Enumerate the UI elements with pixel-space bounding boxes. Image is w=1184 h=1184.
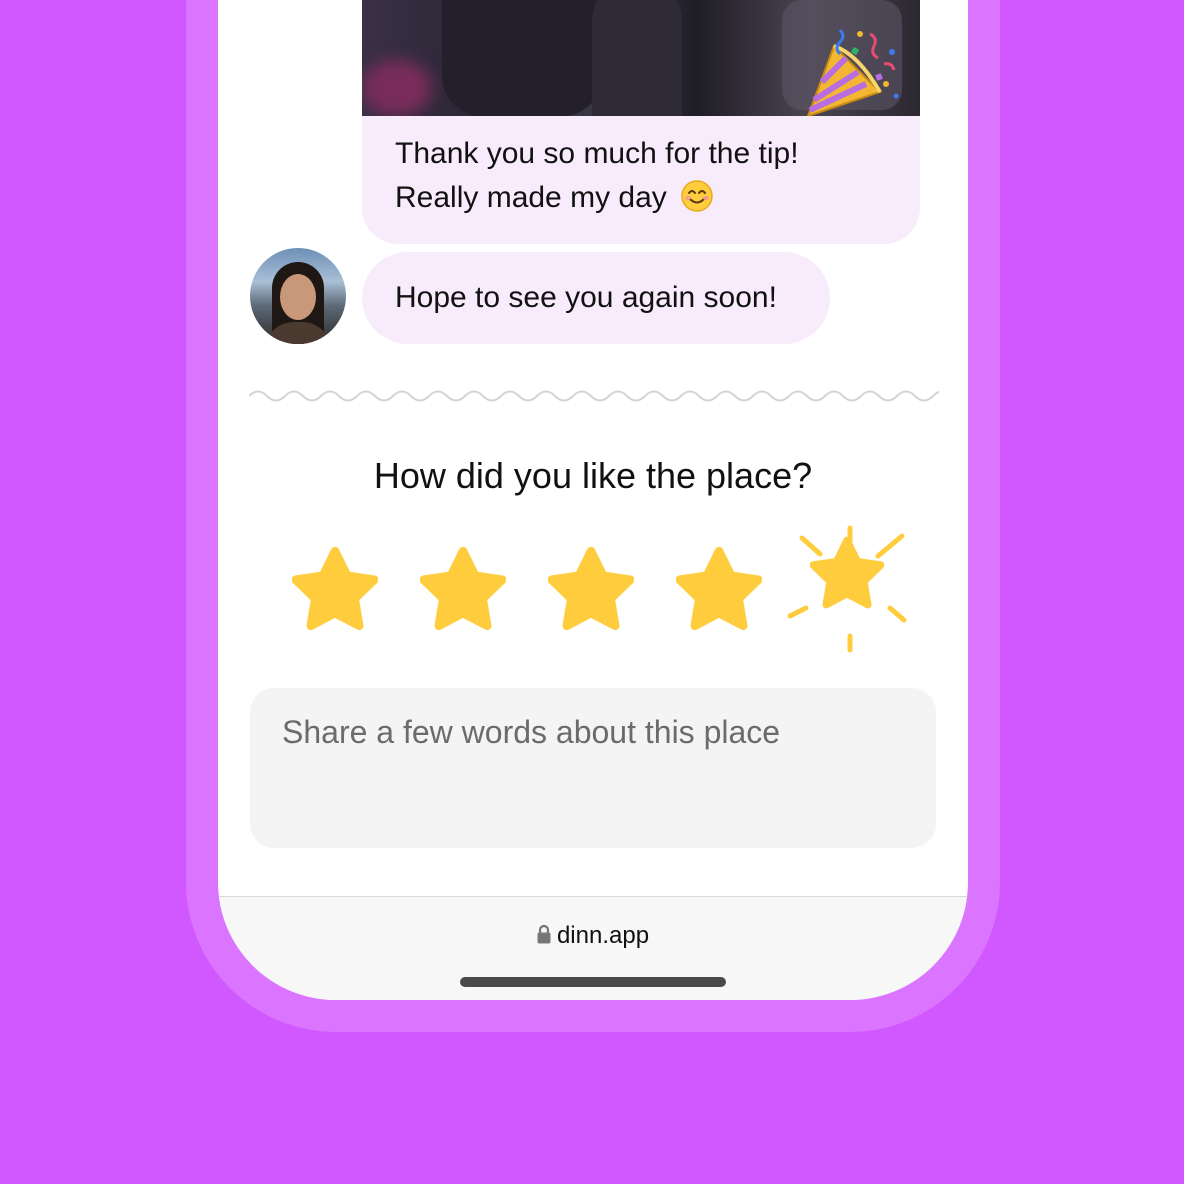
star-icon[interactable] (676, 546, 762, 632)
lock-icon (537, 924, 551, 944)
chat-bubble-incoming: Hope to see you again soon! (362, 252, 830, 344)
browser-address-bar: dinn.app (218, 896, 968, 1000)
message-text: Thank you so much for the tip! (395, 137, 799, 170)
rating-question: How did you like the place? (373, 455, 813, 496)
chat-bubble-incoming: Thank you so much for the tip! Really ma… (362, 116, 920, 244)
review-input[interactable] (250, 688, 936, 848)
phone-screen: Thank you so much for the tip! Really ma… (218, 0, 968, 1000)
avatar[interactable] (250, 248, 346, 344)
message-text: Really made my day (395, 176, 713, 220)
star-rating[interactable] (292, 536, 884, 666)
gif-detail (362, 60, 432, 116)
smiling-face-icon (681, 180, 713, 212)
star-icon[interactable] (548, 546, 634, 632)
url-display[interactable]: dinn.app (218, 919, 968, 953)
gif-detail (442, 0, 602, 116)
avatar-detail (280, 274, 316, 320)
url-text: dinn.app (556, 922, 650, 949)
home-indicator[interactable] (460, 977, 726, 987)
party-popper-icon (806, 28, 899, 118)
message-text: Hope to see you again soon! (395, 281, 777, 314)
star-icon[interactable] (420, 546, 506, 632)
sparkle-icon (787, 525, 907, 653)
gif-detail (592, 0, 682, 116)
wavy-divider (249, 390, 939, 402)
star-icon[interactable] (292, 546, 378, 632)
